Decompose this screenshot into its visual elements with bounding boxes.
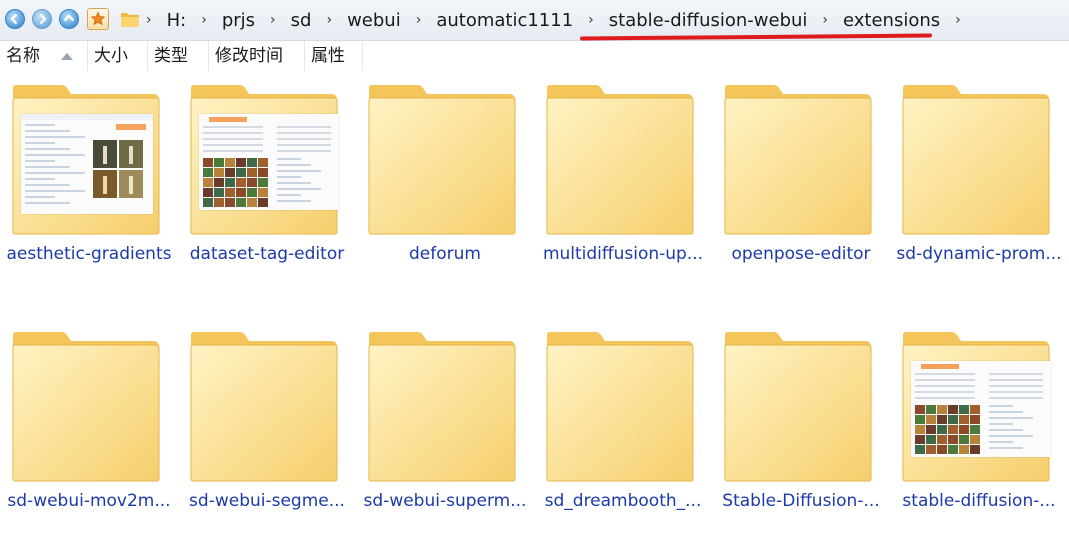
folder-name[interactable]: multidiffusion-up... — [530, 244, 716, 264]
folder-graphic — [545, 331, 695, 483]
chevron-right-icon[interactable]: › — [410, 12, 428, 28]
column-size-label: 大小 — [94, 46, 128, 66]
chevron-right-icon[interactable]: › — [264, 12, 282, 28]
column-name[interactable]: 名称 — [0, 41, 88, 71]
webui-screenshot-thumbnail — [911, 361, 1051, 457]
folder-name[interactable]: dataset-tag-editor — [174, 244, 360, 264]
folder-item[interactable]: sd-webui-superm... — [356, 331, 534, 521]
folder-graphic — [11, 331, 161, 483]
back-button[interactable] — [5, 9, 25, 29]
folder-icon — [546, 332, 694, 482]
star-folder-icon — [90, 11, 106, 26]
breadcrumb-item[interactable]: H: — [158, 10, 196, 31]
column-type-label: 类型 — [154, 46, 188, 66]
forward-arrow-icon — [39, 13, 47, 25]
folder-name[interactable]: Stable-Diffusion-... — [708, 491, 894, 511]
column-modified-label: 修改时间 — [215, 46, 283, 66]
folder-item[interactable]: sd-webui-segme... — [178, 331, 356, 521]
folder-icon — [368, 332, 516, 482]
folder-item[interactable]: multidiffusion-up... — [534, 84, 712, 274]
chevron-right-icon[interactable]: › — [816, 12, 834, 28]
breadcrumb-item[interactable]: sd — [282, 10, 321, 31]
chevron-right-icon[interactable]: › — [195, 12, 213, 28]
breadcrumb-item[interactable]: stable-diffusion-webui — [600, 10, 817, 31]
folder-graphic — [367, 84, 517, 236]
folder-graphic — [189, 331, 339, 483]
folder-graphic — [367, 331, 517, 483]
folder-name[interactable]: stable-diffusion-... — [886, 491, 1069, 511]
folder-name[interactable]: aesthetic-gradients — [0, 244, 182, 264]
column-header: 名称 大小 类型 修改时间 属性 — [0, 41, 363, 71]
column-attributes-label: 属性 — [311, 46, 345, 66]
breadcrumb-item[interactable]: webui — [338, 10, 410, 31]
folder-name[interactable]: sd-dynamic-prom... — [886, 244, 1069, 264]
folder-icon — [12, 332, 160, 482]
folder-graphic — [723, 84, 873, 236]
webui-screenshot-thumbnail — [21, 114, 153, 214]
folder-graphic — [901, 84, 1051, 236]
chevron-right-icon[interactable]: › — [949, 12, 967, 28]
folder-graphic — [901, 331, 1051, 483]
column-type[interactable]: 类型 — [148, 41, 209, 71]
folder-item[interactable]: sd-dynamic-prom... — [890, 84, 1068, 274]
folder-item[interactable]: stable-diffusion-... — [890, 331, 1068, 521]
folder-icon — [368, 85, 516, 235]
folder-name[interactable]: openpose-editor — [708, 244, 894, 264]
up-arrow-icon — [63, 14, 75, 22]
folder-graphic — [545, 84, 695, 236]
folder-item[interactable]: aesthetic-gradients — [0, 84, 178, 274]
folder-icon — [546, 85, 694, 235]
breadcrumb-item[interactable]: prjs — [213, 10, 264, 31]
folder-icon — [724, 85, 872, 235]
folder-icon — [190, 332, 338, 482]
folder-name[interactable]: sd_dreambooth_... — [530, 491, 716, 511]
webui-screenshot-thumbnail — [199, 114, 339, 210]
folder-name[interactable]: sd-webui-mov2m... — [0, 491, 182, 511]
address-bar: › H: › prjs › sd › webui › automatic1111 › stable-d… — [0, 0, 1069, 41]
sort-ascending-icon — [61, 53, 73, 60]
folder-icon — [902, 85, 1050, 235]
favorites-button[interactable] — [87, 8, 109, 30]
column-name-label: 名称 — [6, 46, 40, 66]
folder-icon — [724, 332, 872, 482]
breadcrumb-item[interactable]: extensions — [834, 10, 949, 31]
breadcrumb-item[interactable]: automatic1111 — [427, 10, 582, 31]
folder-name[interactable]: deforum — [352, 244, 538, 264]
folder-item[interactable]: openpose-editor — [712, 84, 890, 274]
chevron-right-icon[interactable]: › — [140, 12, 158, 28]
folder-item[interactable]: dataset-tag-editor — [178, 84, 356, 274]
folder-name[interactable]: sd-webui-segme... — [174, 491, 360, 511]
back-arrow-icon — [10, 13, 18, 25]
folder-item[interactable]: Stable-Diffusion-... — [712, 331, 890, 521]
folder-name[interactable]: sd-webui-superm... — [352, 491, 538, 511]
chevron-right-icon[interactable]: › — [320, 12, 338, 28]
folder-item[interactable]: deforum — [356, 84, 534, 274]
folder-graphic — [723, 331, 873, 483]
folder-graphic — [11, 84, 161, 236]
folder-icon — [121, 13, 139, 27]
column-attributes[interactable]: 属性 — [305, 41, 363, 71]
folder-item[interactable]: sd_dreambooth_... — [534, 331, 712, 521]
up-button[interactable] — [59, 9, 79, 29]
folder-graphic — [189, 84, 339, 236]
chevron-right-icon[interactable]: › — [582, 12, 600, 28]
folder-item[interactable]: sd-webui-mov2m... — [0, 331, 178, 521]
column-size[interactable]: 大小 — [88, 41, 148, 71]
forward-button[interactable] — [32, 9, 52, 29]
column-modified[interactable]: 修改时间 — [209, 41, 305, 71]
